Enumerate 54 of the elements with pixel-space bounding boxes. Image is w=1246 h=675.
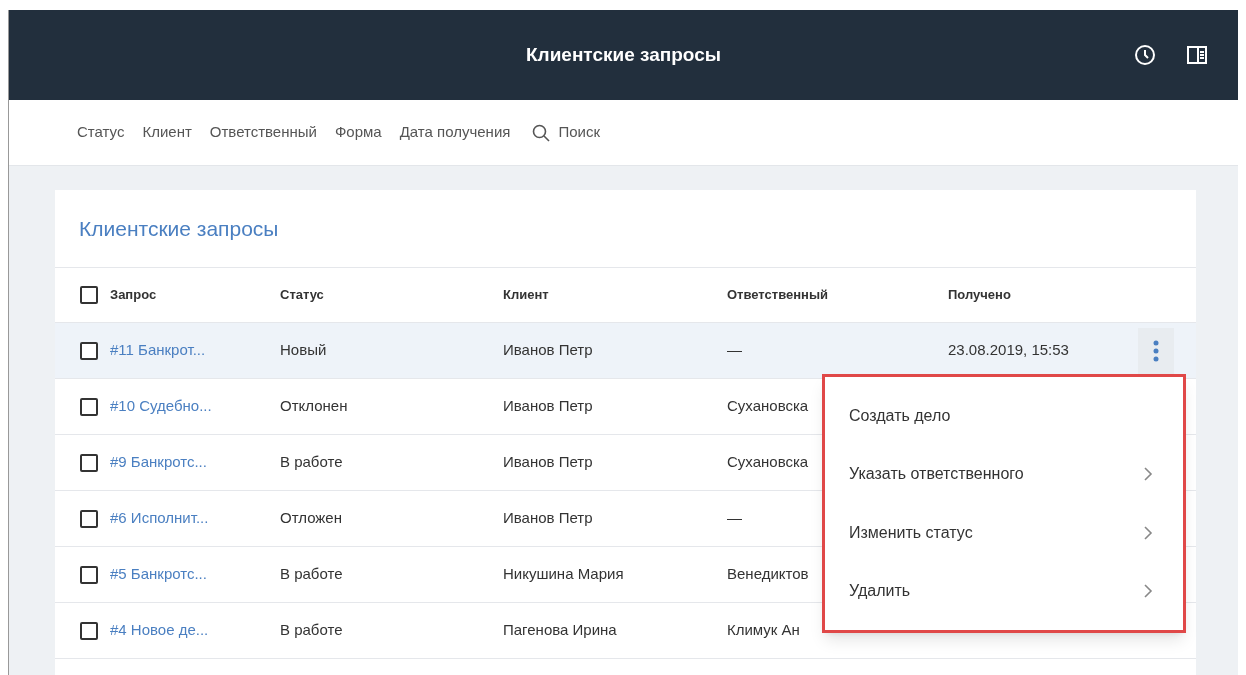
checkbox[interactable] xyxy=(80,397,98,416)
table-row[interactable]: #11 Банкрот... Новый Иванов Петр — 23.08.2019, 15:53 xyxy=(55,323,1196,379)
checkbox[interactable] xyxy=(80,341,98,360)
table-cell: Сухановска xyxy=(727,397,809,415)
column-header: Статус xyxy=(280,286,325,305)
table-cell: Климук Ан xyxy=(727,621,800,639)
table-cell-text: Отклонен xyxy=(280,396,349,417)
more-options-button[interactable] xyxy=(1138,327,1174,374)
table-cell-text: Отложен xyxy=(280,508,343,529)
column-header: Ответственный xyxy=(727,286,829,305)
request-link[interactable]: #11 Банкрот... xyxy=(110,339,206,362)
search-icon xyxy=(532,123,551,142)
side-panel-icon[interactable] xyxy=(1186,44,1208,66)
filter-button[interactable]: Клиент xyxy=(142,121,192,144)
search-field[interactable]: Поиск xyxy=(558,121,639,144)
table-cell-text: В работе xyxy=(280,620,344,641)
filter-button[interactable]: Статус xyxy=(77,121,125,144)
table-cell: — xyxy=(727,341,742,359)
filter-button[interactable]: Ответственный xyxy=(209,121,317,144)
table-cell-text: Пагенова Ирина xyxy=(503,620,618,641)
checkbox[interactable] xyxy=(80,453,98,472)
clock-icon[interactable] xyxy=(1134,44,1156,66)
checkbox[interactable] xyxy=(80,565,98,584)
header-title: Клиентские запросы xyxy=(525,42,721,67)
request-link[interactable]: #6 Исполнит... xyxy=(110,507,209,530)
kebab-icon xyxy=(1153,339,1159,362)
table-cell-text: Иванов Петр xyxy=(503,340,594,361)
request-link[interactable]: #9 Банкротс... xyxy=(110,451,207,474)
table-cell-text: Иванов Петр xyxy=(503,452,594,473)
filter-button[interactable]: Дата получения xyxy=(399,121,511,144)
table-cell-text: Иванов Петр xyxy=(503,508,594,529)
table-cell-text: Никушина Мария xyxy=(503,564,625,585)
column-header: Клиент xyxy=(503,286,550,305)
column-header: Получено xyxy=(948,286,1011,305)
table-cell: Сухановска xyxy=(727,453,809,471)
table-cell-text: Новый xyxy=(280,340,328,361)
checkbox[interactable] xyxy=(80,509,98,528)
table-cell: — xyxy=(727,509,742,527)
chevron-right-icon xyxy=(1143,582,1153,599)
column-header: Запрос xyxy=(110,286,157,305)
table-cell: 23.08.2019, 15:53 xyxy=(948,341,1069,359)
table-cell-text: В работе xyxy=(280,564,344,585)
table-cell-text: В работе xyxy=(280,452,344,473)
filter-button[interactable]: Форма xyxy=(334,121,382,144)
request-link[interactable]: #4 Новое де... xyxy=(110,619,209,642)
request-link[interactable]: #5 Банкротс... xyxy=(110,563,207,586)
table-cell-text: Иванов Петр xyxy=(503,396,594,417)
table-cell: Венедиктов xyxy=(727,565,809,583)
checkbox[interactable] xyxy=(80,286,98,304)
checkbox[interactable] xyxy=(80,621,98,640)
request-link[interactable]: #10 Судебно... xyxy=(110,395,212,418)
chevron-right-icon xyxy=(1143,524,1153,541)
card-title: Клиентские запросы xyxy=(79,215,279,242)
chevron-right-icon xyxy=(1143,466,1153,483)
